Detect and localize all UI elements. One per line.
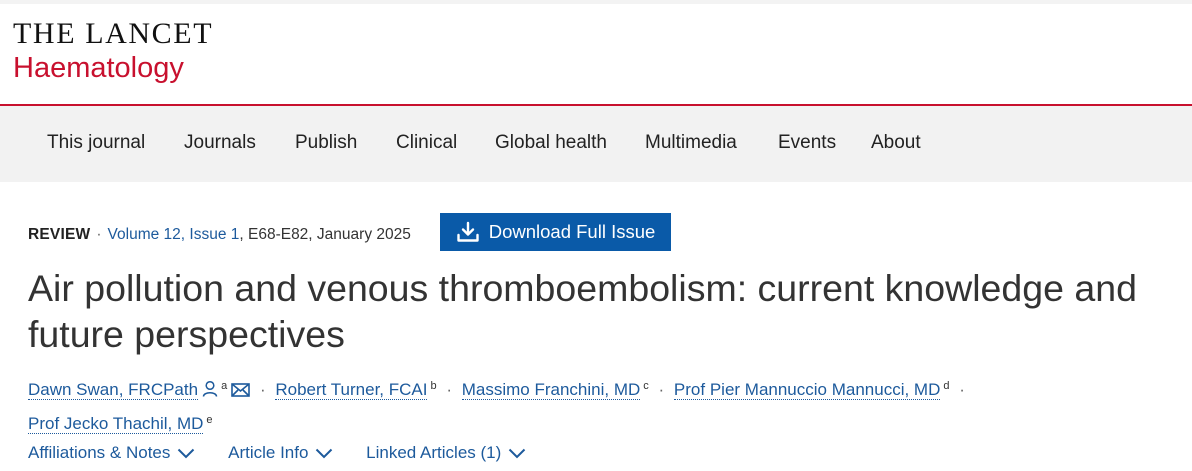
author-entry: Dawn Swan, FRCPath a xyxy=(28,380,255,400)
article-type: REVIEW xyxy=(28,226,91,243)
author-name[interactable]: Prof Pier Mannuccio Mannucci, MD xyxy=(673,380,941,400)
article-meta: REVIEW · Volume 12, Issue 1, E68-E82, Janu… xyxy=(28,224,411,246)
author-affiliation-sup[interactable]: e xyxy=(206,414,212,426)
affiliations-notes-label: Affiliations & Notes xyxy=(28,443,171,462)
nav-item-about[interactable]: About xyxy=(871,131,921,155)
author-name[interactable]: Dawn Swan, FRCPath xyxy=(28,380,199,400)
download-button-label: Download Full Issue xyxy=(488,221,656,242)
chevron-down-icon xyxy=(177,448,195,459)
author-separator: · xyxy=(959,380,965,399)
author-entry: Prof Jecko Thachil, MD e xyxy=(28,414,213,434)
person-icon[interactable] xyxy=(202,377,218,406)
author-separator: · xyxy=(259,380,266,399)
author-separator: · xyxy=(658,380,665,399)
affiliations-notes-toggle[interactable]: Affiliations & Notes xyxy=(28,441,195,465)
logo-journal-name: Haematology xyxy=(13,52,184,84)
pages-date: , E68-E82, January 2025 xyxy=(239,226,411,243)
author-affiliation-sup[interactable]: c xyxy=(643,380,649,392)
article-title: Air pollution and venous thromboembolism… xyxy=(28,267,1137,355)
site-header: THE LANCET Haematology xyxy=(0,4,1192,105)
author-entry: Robert Turner, FCAI b xyxy=(271,380,442,400)
author-name[interactable]: Robert Turner, FCAI xyxy=(275,380,428,400)
author-entry: Prof Pier Mannuccio Mannucci, MD d xyxy=(669,380,954,400)
linked-articles-toggle[interactable]: Linked Articles (1) xyxy=(366,441,526,465)
download-full-issue-button[interactable]: Download Full Issue xyxy=(440,213,671,251)
author-separator: · xyxy=(446,380,452,399)
nav-item-journals[interactable]: Journals xyxy=(184,131,256,155)
email-icon[interactable] xyxy=(231,377,251,406)
chevron-down-icon xyxy=(315,448,333,459)
logo-brand: THE LANCET xyxy=(13,17,214,50)
article-info-toggle[interactable]: Article Info xyxy=(228,441,333,465)
main-nav: This journal Journals Publish Clinical G… xyxy=(0,106,1192,182)
nav-item-events[interactable]: Events xyxy=(778,131,836,155)
chevron-down-icon xyxy=(508,448,526,459)
author-affiliation-sup[interactable]: d xyxy=(943,380,949,392)
nav-item-publish[interactable]: Publish xyxy=(295,131,357,155)
linked-articles-label: Linked Articles (1) xyxy=(366,443,502,462)
volume-issue-link[interactable]: Volume 12, Issue 1 xyxy=(108,226,240,243)
author-affiliation-sup[interactable]: b xyxy=(430,380,436,392)
nav-item-global-health[interactable]: Global health xyxy=(495,131,607,155)
author-affiliation-sup[interactable]: a xyxy=(221,380,227,392)
article-toggle-links: Affiliations & Notes Article Info Linked… xyxy=(28,441,554,465)
author-name[interactable]: Massimo Franchini, MD xyxy=(461,380,641,400)
author-entry: Massimo Franchini, MD c xyxy=(457,380,654,400)
download-icon xyxy=(456,221,480,243)
journal-logo[interactable]: THE LANCET Haematology xyxy=(13,18,213,85)
article-info-label: Article Info xyxy=(228,443,309,462)
author-list: Dawn Swan, FRCPath a · Robert Turner, FCA… xyxy=(28,372,1178,438)
nav-item-clinical[interactable]: Clinical xyxy=(396,131,457,155)
nav-item-this-journal[interactable]: This journal xyxy=(47,131,145,155)
nav-item-multimedia[interactable]: Multimedia xyxy=(645,131,737,155)
meta-separator: · xyxy=(96,226,102,243)
author-name[interactable]: Prof Jecko Thachil, MD xyxy=(28,414,204,434)
